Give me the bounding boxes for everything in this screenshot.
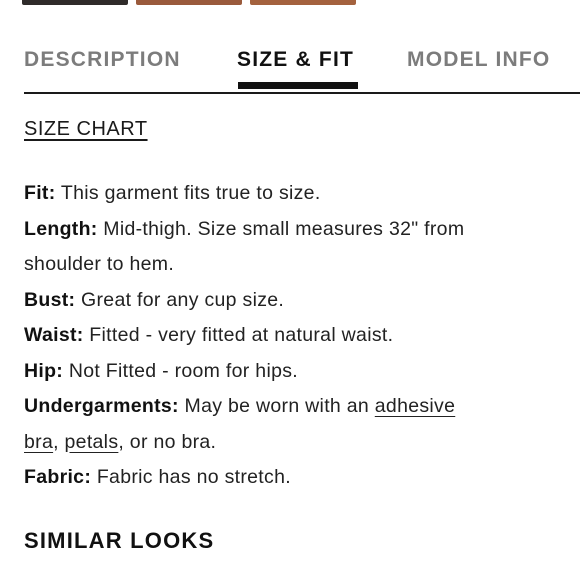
product-info-tabs: DESCRIPTION SIZE & FIT MODEL INFO [24, 44, 580, 94]
undergarments-value: May be worn with an [178, 395, 375, 417]
length-value-continued: shoulder to hem. [24, 253, 175, 275]
fit-label: Fit: [24, 182, 56, 204]
bust-value: Great for any cup size. [75, 288, 285, 311]
waist-value: Fitted - very fitted at natural waist. [83, 324, 394, 346]
product-thumbnail-strip [0, 0, 580, 6]
hip-value: Not Fitted - room for hips. [63, 359, 298, 382]
tab-model-info[interactable]: MODEL INFO [407, 48, 550, 72]
tab-description[interactable]: DESCRIPTION [24, 48, 181, 72]
size-fit-details: Fit: This garment fits true to size. Len… [24, 176, 564, 496]
active-tab-indicator [238, 82, 358, 89]
bust-row: Bust: Great for any cup size. [24, 283, 564, 319]
fabric-row: Fabric: Fabric has no stretch. [24, 460, 564, 496]
waist-row: Waist: Fitted - very fitted at natural w… [24, 318, 564, 354]
adhesive-bra-link[interactable]: adhesive [375, 395, 455, 417]
adhesive-bra-link-continued[interactable]: bra [24, 431, 53, 453]
product-thumbnail[interactable] [136, 0, 242, 5]
bust-label: Bust: [24, 288, 76, 311]
tab-size-fit[interactable]: SIZE & FIT [237, 48, 354, 72]
size-chart-link[interactable]: SIZE CHART [24, 118, 148, 141]
length-label: Length: [24, 217, 98, 240]
undergarments-label: Undergarments: [24, 395, 179, 417]
product-thumbnail[interactable] [250, 0, 356, 5]
length-row-continued: shoulder to hem. [24, 247, 564, 283]
fit-row: Fit: This garment fits true to size. [24, 176, 564, 212]
product-thumbnail[interactable] [22, 0, 128, 5]
petals-link[interactable]: petals [65, 431, 119, 453]
length-row: Length: Mid-thigh. Size small measures 3… [24, 212, 564, 248]
undergarments-row: Undergarments: May be worn with an adhes… [24, 389, 564, 425]
undergarments-suffix: , or no bra. [118, 430, 217, 453]
hip-row: Hip: Not Fitted - room for hips. [24, 354, 564, 390]
length-value: Mid-thigh. Size small measures 32" from [97, 217, 465, 240]
hip-label: Hip: [24, 359, 64, 382]
similar-looks-heading: SIMILAR LOOKS [24, 528, 215, 553]
undergarments-row-continued: bra, petals, or no bra. [24, 425, 564, 461]
fit-value: This garment fits true to size. [55, 182, 321, 204]
fabric-label: Fabric: [24, 466, 92, 488]
waist-label: Waist: [24, 324, 84, 346]
undergarments-separator: , [53, 430, 65, 453]
fabric-value: Fabric has no stretch. [91, 466, 291, 488]
